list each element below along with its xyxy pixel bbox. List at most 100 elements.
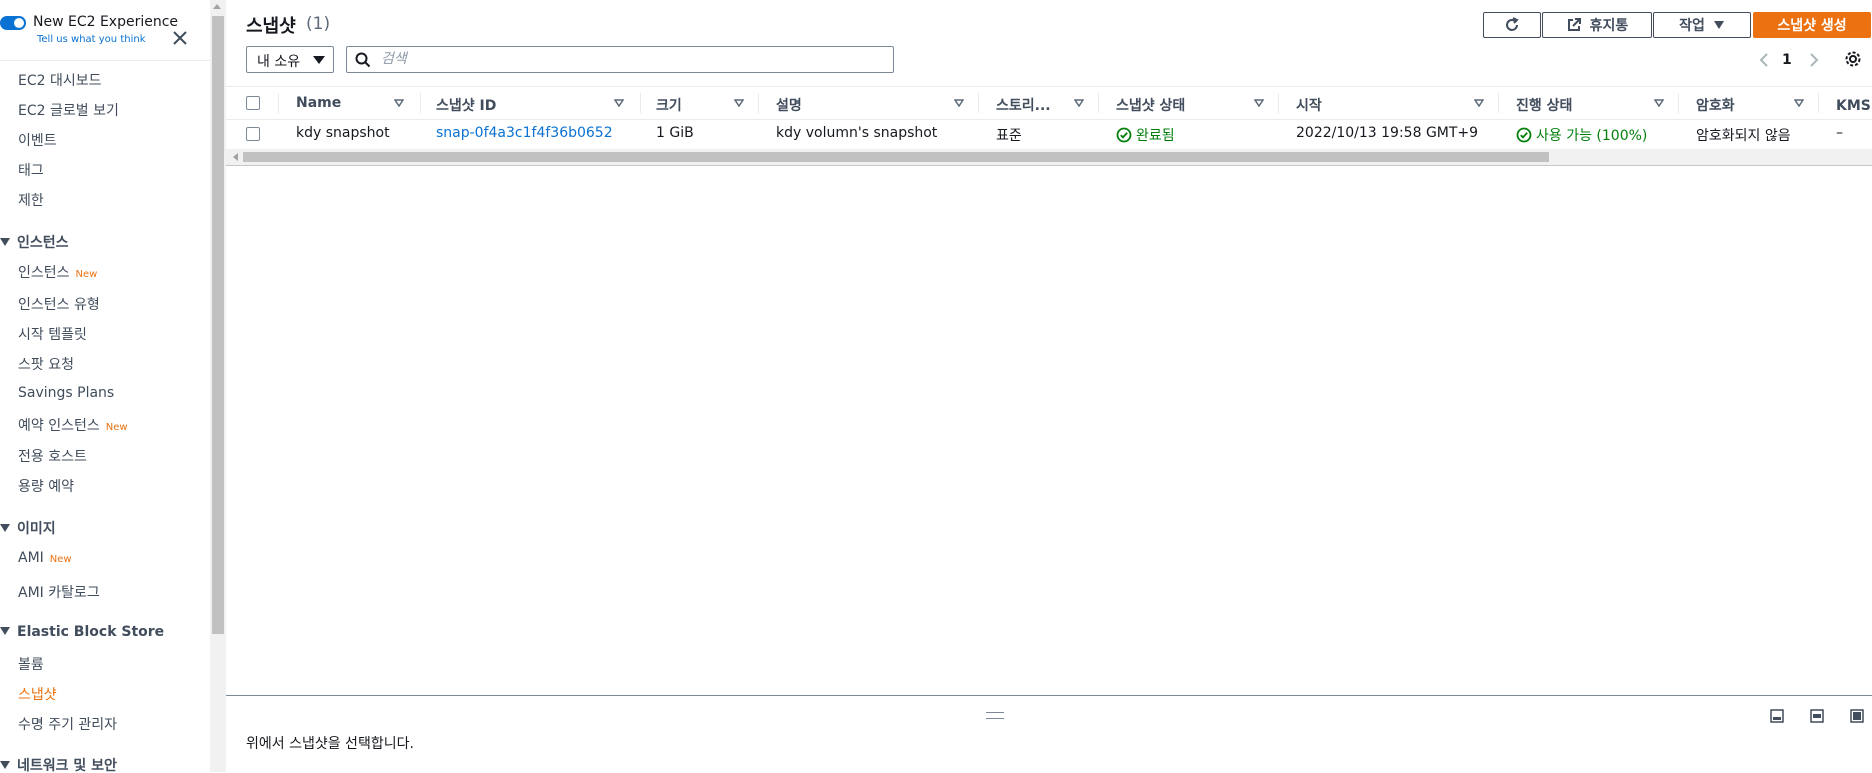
search-icon <box>355 52 371 68</box>
sidebar-item-capacity-reservations[interactable]: 용량 예약 <box>18 476 74 496</box>
panel-bottom-icon[interactable] <box>1770 709 1784 723</box>
sidebar-item-snapshots[interactable]: 스냅샷 <box>18 684 57 704</box>
sidebar-item-tags[interactable]: 태그 <box>18 160 44 180</box>
sidebar-divider <box>0 60 210 61</box>
sidebar-item-dedicated-hosts[interactable]: 전용 호스트 <box>18 446 87 466</box>
search-input[interactable] <box>379 50 883 68</box>
sidebar-item-spot-requests[interactable]: 스팟 요청 <box>18 354 74 374</box>
actions-button[interactable]: 작업 <box>1653 12 1751 38</box>
column-header-name[interactable]: Name <box>296 95 341 111</box>
external-link-icon <box>1567 18 1581 31</box>
sort-icon[interactable] <box>734 99 744 107</box>
cell-size: 1 GiB <box>656 125 694 141</box>
chevron-left-icon[interactable] <box>1758 52 1770 68</box>
sidebar-section-ebs[interactable]: Elastic Block Store <box>0 624 164 640</box>
row-checkbox[interactable] <box>246 127 260 141</box>
sidebar-item-limits[interactable]: 제한 <box>18 190 44 210</box>
scroll-up-arrow-icon[interactable] <box>213 4 221 9</box>
sidebar-item-reserved-instances[interactable]: 예약 인스턴스 New <box>18 415 128 435</box>
panel-full-icon[interactable] <box>1850 709 1864 723</box>
cell-name: kdy snapshot <box>296 125 390 141</box>
sidebar-item-instances[interactable]: 인스턴스 New <box>18 262 97 282</box>
sort-icon[interactable] <box>1474 99 1484 107</box>
column-header-encryption[interactable]: 암호화 <box>1696 95 1735 115</box>
cell-storage-tier: 표준 <box>996 128 1022 144</box>
split-panel: 위에서 스냅샷을 선택합니다. <box>226 695 1872 773</box>
column-divider <box>978 93 979 113</box>
column-header-kms-key[interactable]: KMS 키 <box>1836 95 1872 115</box>
column-divider <box>420 93 421 113</box>
new-experience-title: New EC2 Experience <box>33 14 179 30</box>
column-divider <box>758 93 759 113</box>
sort-icon[interactable] <box>394 99 404 107</box>
table-horizontal-scrollbar[interactable] <box>226 149 1872 166</box>
caret-down-icon <box>313 56 325 64</box>
column-divider <box>640 93 641 113</box>
caret-down-icon <box>0 238 10 246</box>
create-snapshot-button[interactable]: 스냅샷 생성 <box>1753 12 1871 38</box>
recycle-bin-button[interactable]: 휴지통 <box>1542 12 1652 38</box>
sidebar-item-ami-catalog[interactable]: AMI 카탈로그 <box>18 582 100 602</box>
actions-label: 작업 <box>1679 18 1705 34</box>
sort-icon[interactable] <box>1254 99 1264 107</box>
column-divider <box>278 93 279 113</box>
column-header-size[interactable]: 크기 <box>656 95 682 115</box>
table-row[interactable]: kdy snapshot snap-0f4a3c1f4f36b0652 1 Gi… <box>226 119 1872 150</box>
sidebar-item-volumes[interactable]: 볼륨 <box>18 654 44 674</box>
cell-encryption: 암호화되지 않음 <box>1696 128 1791 144</box>
cell-description: kdy volumn's snapshot <box>776 125 938 141</box>
sidebar-item-lifecycle-manager[interactable]: 수명 주기 관리자 <box>18 714 117 734</box>
sort-icon[interactable] <box>1654 99 1664 107</box>
close-icon[interactable] <box>172 30 188 46</box>
sidebar-item-ami[interactable]: AMI New <box>18 550 72 566</box>
caret-down-icon <box>1713 21 1724 29</box>
sidebar-item-savings-plans[interactable]: Savings Plans <box>18 385 114 401</box>
column-header-storage-tier[interactable]: 스토리... <box>996 95 1051 115</box>
sidebar-item-ec2-global-view[interactable]: EC2 글로벌 보기 <box>18 100 119 120</box>
sort-icon[interactable] <box>614 99 624 107</box>
sidebar-item-launch-templates[interactable]: 시작 템플릿 <box>18 324 87 344</box>
new-experience-toggle[interactable] <box>0 16 26 30</box>
column-divider <box>1098 93 1099 113</box>
sidebar-section-network-security[interactable]: 네트워크 및 보안 <box>0 755 117 772</box>
sidebar-section-images[interactable]: 이미지 <box>0 518 56 538</box>
column-header-progress[interactable]: 진행 상태 <box>1516 95 1572 115</box>
sidebar-scrollbar-thumb[interactable] <box>212 16 224 634</box>
cell-started: 2022/10/13 19:58 GMT+9 <box>1296 125 1479 141</box>
table-horizontal-scrollbar-thumb[interactable] <box>243 152 1549 162</box>
resize-handle-icon[interactable] <box>986 712 1004 719</box>
sidebar-section-instances[interactable]: 인스턴스 <box>0 232 69 252</box>
cell-kms-key: – <box>1836 125 1843 141</box>
search-box[interactable] <box>346 46 894 73</box>
owner-filter-select[interactable]: 내 소유 <box>246 46 334 73</box>
sort-icon[interactable] <box>1794 99 1804 107</box>
sidebar-item-events[interactable]: 이벤트 <box>18 130 57 150</box>
select-all-checkbox[interactable] <box>246 96 260 110</box>
sidebar-item-ec2-dashboard[interactable]: EC2 대시보드 <box>18 70 102 90</box>
column-header-snapshot-state[interactable]: 스냅샷 상태 <box>1116 95 1185 115</box>
sort-icon[interactable] <box>1074 99 1084 107</box>
cell-snapshot-state: 완료됨 <box>1116 125 1175 145</box>
column-header-snapshot-id[interactable]: 스냅샷 ID <box>436 95 496 115</box>
caret-down-icon <box>0 524 10 532</box>
feedback-link[interactable]: Tell us what you think <box>37 34 146 45</box>
new-experience-toggle-row: New EC2 Experience Tell us what you thin… <box>0 12 200 52</box>
column-header-started[interactable]: 시작 <box>1296 95 1322 115</box>
sidebar-item-instance-types[interactable]: 인스턴스 유형 <box>18 294 100 314</box>
split-panel-message: 위에서 스냅샷을 선택합니다. <box>246 736 414 752</box>
snapshot-count: (1) <box>306 14 331 34</box>
refresh-button[interactable] <box>1483 12 1541 38</box>
gear-icon[interactable] <box>1844 50 1862 68</box>
scroll-left-arrow-icon[interactable] <box>233 153 238 161</box>
current-page-number[interactable]: 1 <box>1782 52 1792 68</box>
column-header-description[interactable]: 설명 <box>776 95 802 115</box>
column-divider <box>1498 93 1499 113</box>
panel-side-icon[interactable] <box>1810 709 1824 723</box>
column-divider <box>1678 93 1679 113</box>
sort-icon[interactable] <box>954 99 964 107</box>
recycle-bin-label: 휴지통 <box>1589 18 1629 34</box>
chevron-right-icon[interactable] <box>1808 52 1820 68</box>
cell-snapshot-id-link[interactable]: snap-0f4a3c1f4f36b0652 <box>436 125 613 141</box>
table-header: Name 스냅샷 ID 크기 설명 스토리... 스냅샷 상태 시작 진행 상태… <box>226 86 1872 120</box>
sidebar: New EC2 Experience Tell us what you thin… <box>0 0 210 772</box>
